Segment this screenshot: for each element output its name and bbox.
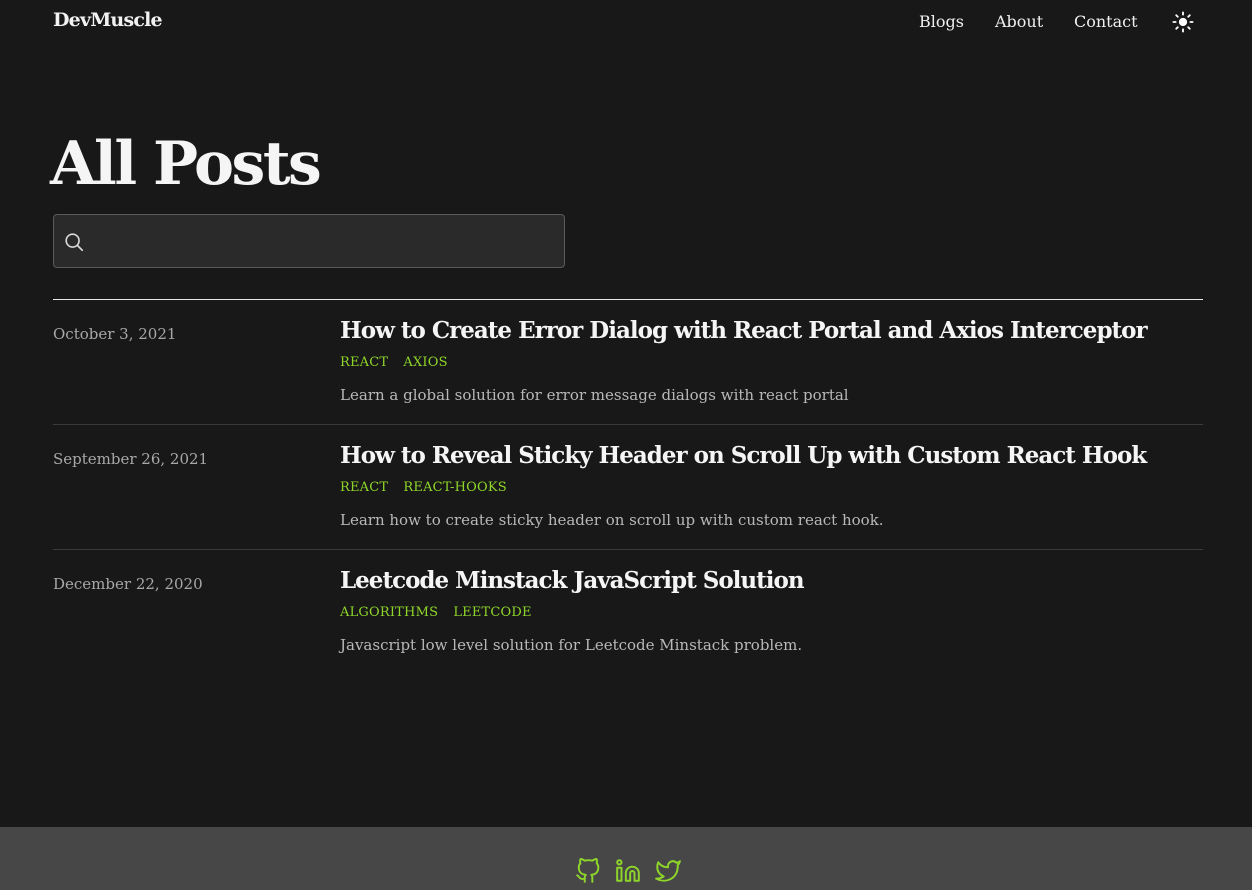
sun-icon[interactable]	[1172, 11, 1194, 33]
twitter-icon[interactable]	[655, 858, 681, 884]
post-tags: REACT REACT-HOOKS	[340, 476, 517, 495]
site-header: DevMuscle Blogs About Contact	[0, 0, 1252, 44]
search-icon	[63, 231, 85, 253]
post-tags: REACT AXIOS	[340, 351, 458, 370]
post-description: Learn how to create sticky header on scr…	[340, 511, 884, 529]
tag-link[interactable]: REACT	[340, 355, 388, 370]
post-title-link[interactable]: How to Reveal Sticky Header on Scroll Up…	[340, 442, 1147, 469]
linkedin-icon[interactable]	[615, 858, 641, 884]
post-item: October 3, 2021 How to Create Error Dial…	[53, 300, 1203, 425]
github-icon[interactable]	[575, 858, 601, 884]
post-date: October 3, 2021	[53, 325, 177, 343]
search-box	[53, 214, 565, 268]
site-footer	[0, 827, 1252, 890]
site-logo[interactable]: DevMuscle	[53, 9, 163, 31]
tag-link[interactable]: AXIOS	[403, 355, 447, 370]
post-description: Learn a global solution for error messag…	[340, 386, 849, 404]
nav-link-blogs[interactable]: Blogs	[919, 12, 964, 31]
nav-link-contact[interactable]: Contact	[1074, 12, 1138, 31]
page-title: All Posts	[50, 129, 322, 199]
post-title-link[interactable]: Leetcode Minstack JavaScript Solution	[340, 567, 805, 594]
post-title-link[interactable]: How to Create Error Dialog with React Po…	[340, 317, 1148, 344]
post-date: September 26, 2021	[53, 450, 209, 468]
nav-link-about[interactable]: About	[995, 12, 1043, 31]
search-input[interactable]	[96, 215, 556, 267]
post-description: Javascript low level solution for Leetco…	[340, 636, 803, 654]
tag-link[interactable]: LEETCODE	[453, 605, 531, 620]
post-item: December 22, 2020 Leetcode Minstack Java…	[53, 550, 1203, 675]
post-date: December 22, 2020	[53, 575, 203, 593]
tag-link[interactable]: ALGORITHMS	[340, 605, 438, 620]
post-tags: ALGORITHMS LEETCODE	[340, 601, 542, 620]
tag-link[interactable]: REACT-HOOKS	[403, 480, 506, 495]
tag-link[interactable]: REACT	[340, 480, 388, 495]
post-item: September 26, 2021 How to Reveal Sticky …	[53, 425, 1203, 550]
